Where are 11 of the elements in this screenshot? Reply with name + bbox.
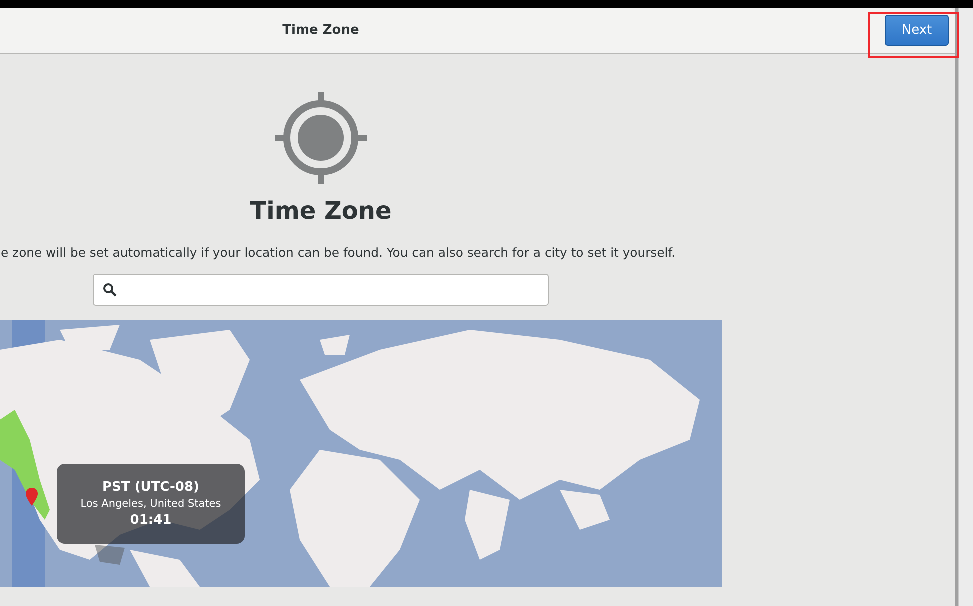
location-target-icon — [275, 92, 367, 184]
description-text: e zone will be set automatically if your location can be found. You can also search for a city to set it yourself. — [1, 245, 676, 260]
time-label: 01:41 — [130, 513, 172, 528]
timezone-label: PST (UTC-08) — [102, 480, 200, 495]
city-label: Los Angeles, United States — [80, 498, 222, 510]
next-button[interactable]: Next — [885, 15, 949, 46]
window-title: Time Zone — [282, 23, 360, 38]
search-field[interactable] — [93, 274, 549, 306]
search-icon — [103, 283, 117, 297]
map-pin-icon — [26, 488, 38, 506]
page-heading: Time Zone — [250, 197, 392, 225]
